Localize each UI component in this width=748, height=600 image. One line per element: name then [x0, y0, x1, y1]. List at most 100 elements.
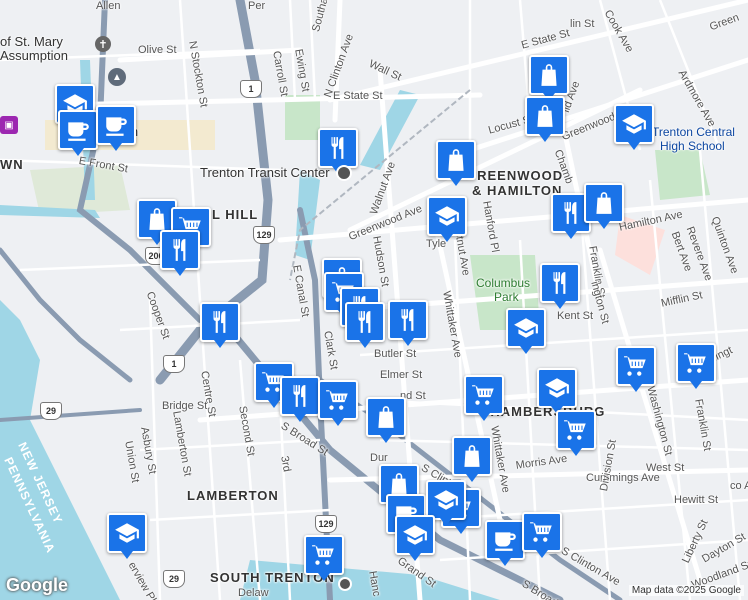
poi-pin-cafe[interactable]: [96, 105, 136, 151]
poi-pin-store[interactable]: [584, 183, 624, 229]
neighborhood-label: GREENWOOD: [466, 168, 564, 183]
park-label: Park: [494, 290, 519, 304]
bag-icon: [443, 147, 469, 173]
neighborhood-label: LL HILL: [203, 207, 259, 222]
poi-pin-grocery[interactable]: [676, 343, 716, 389]
bag-icon: [591, 190, 617, 216]
restaurant-icon: [325, 135, 351, 161]
poi-pin-grocery[interactable]: [318, 380, 358, 426]
cart-icon: [563, 417, 589, 443]
neighborhood-label: & HAMILTON: [472, 183, 563, 198]
poi-pin-store[interactable]: [525, 96, 565, 142]
poi-pin-grocery[interactable]: [304, 535, 344, 581]
poi-pin-restaurant[interactable]: [318, 128, 358, 174]
neighborhood-label: LAMBERTON: [187, 488, 279, 503]
restaurant-icon: [207, 309, 233, 335]
place-label: Trenton Transit Center: [200, 165, 330, 180]
street-label: Dur: [370, 452, 388, 464]
coffee-icon: [103, 112, 129, 138]
restaurant-icon: [287, 383, 313, 409]
cart-icon: [311, 542, 337, 568]
school-icon: [114, 520, 140, 546]
church-icon[interactable]: ✝: [95, 36, 111, 52]
landmark-icon[interactable]: ▣: [0, 116, 18, 134]
map-canvas[interactable]: 1 206 129 1 29 129 29 GREENWOOD & HAMILT…: [0, 0, 748, 600]
street-label: Per: [248, 0, 266, 12]
school-icon: [434, 203, 460, 229]
google-logo: Google: [6, 575, 68, 595]
poi-pin-cafe[interactable]: [485, 520, 525, 566]
route-shield: 129: [315, 515, 337, 533]
street-label: lin St: [570, 18, 595, 30]
transit-icon[interactable]: [338, 577, 352, 591]
poi-pin-school[interactable]: [427, 196, 467, 242]
school-icon: [544, 375, 570, 401]
street-label: Kent St: [557, 310, 594, 322]
museum-icon[interactable]: ▲: [108, 68, 126, 86]
park-label: Columbus: [476, 276, 531, 290]
street-label: Butler St: [374, 348, 417, 360]
school-label: High School: [660, 139, 725, 153]
poi-pin-school[interactable]: [395, 515, 435, 561]
street-label: Elmer St: [380, 369, 423, 381]
route-shield: 129: [253, 226, 275, 244]
poi-pin-restaurant[interactable]: [200, 302, 240, 348]
cart-icon: [529, 519, 555, 545]
restaurant-icon: [167, 237, 193, 263]
poi-pin-grocery[interactable]: [522, 512, 562, 558]
poi-pin-restaurant[interactable]: [280, 376, 320, 422]
poi-pin-school[interactable]: [614, 104, 654, 150]
school-icon: [513, 315, 539, 341]
bag-icon: [459, 443, 485, 469]
neighborhood-label: WN: [0, 157, 24, 172]
place-label: Assumption: [0, 48, 68, 63]
street-label: co Ave: [730, 480, 748, 492]
route-shield: 29: [163, 570, 185, 588]
poi-pin-grocery[interactable]: [616, 346, 656, 392]
poi-pin-school[interactable]: [426, 480, 466, 526]
street-label: E State St: [333, 90, 383, 102]
poi-pin-restaurant[interactable]: [388, 300, 428, 346]
map-attribution[interactable]: Map data ©2025 Google: [628, 585, 744, 596]
poi-pin-grocery[interactable]: [556, 410, 596, 456]
cart-icon: [325, 387, 351, 413]
cart-icon: [471, 382, 497, 408]
poi-pin-school[interactable]: [107, 513, 147, 559]
street-label: Delaw: [238, 587, 269, 599]
street-label: Bridge St: [162, 400, 208, 412]
poi-pin-school[interactable]: [506, 308, 546, 354]
street-label: West St: [646, 462, 685, 474]
poi-pin-grocery[interactable]: [464, 375, 504, 421]
school-label: Trenton Central: [652, 125, 735, 139]
coffee-icon: [492, 527, 518, 553]
place-label: of St. Mary: [0, 34, 63, 49]
poi-pin-restaurant[interactable]: [160, 230, 200, 276]
transit-icon[interactable]: [336, 165, 352, 181]
street-label: Olive St: [138, 44, 177, 56]
restaurant-icon: [352, 309, 378, 335]
poi-pin-cafe[interactable]: [58, 110, 98, 156]
poi-pin-store[interactable]: [452, 436, 492, 482]
cart-icon: [683, 350, 709, 376]
bag-icon: [373, 404, 399, 430]
poi-pin-store[interactable]: [436, 140, 476, 186]
bag-icon: [532, 103, 558, 129]
school-icon: [402, 522, 428, 548]
route-shield: 1: [163, 355, 185, 373]
cart-icon: [623, 353, 649, 379]
poi-pin-store[interactable]: [366, 397, 406, 443]
restaurant-icon: [395, 307, 421, 333]
poi-pin-store[interactable]: [529, 55, 569, 101]
bag-icon: [536, 62, 562, 88]
route-shield: 29: [40, 402, 62, 420]
restaurant-icon: [558, 200, 584, 226]
school-icon: [621, 111, 647, 137]
route-shield: 1: [240, 80, 262, 98]
bag-icon: [144, 206, 170, 232]
street-label: 3rd: [278, 455, 293, 473]
poi-pin-restaurant[interactable]: [345, 302, 385, 348]
street-label: Allen: [96, 0, 121, 12]
restaurant-icon: [547, 270, 573, 296]
poi-pin-restaurant[interactable]: [540, 263, 580, 309]
poi-pin-school[interactable]: [537, 368, 577, 414]
